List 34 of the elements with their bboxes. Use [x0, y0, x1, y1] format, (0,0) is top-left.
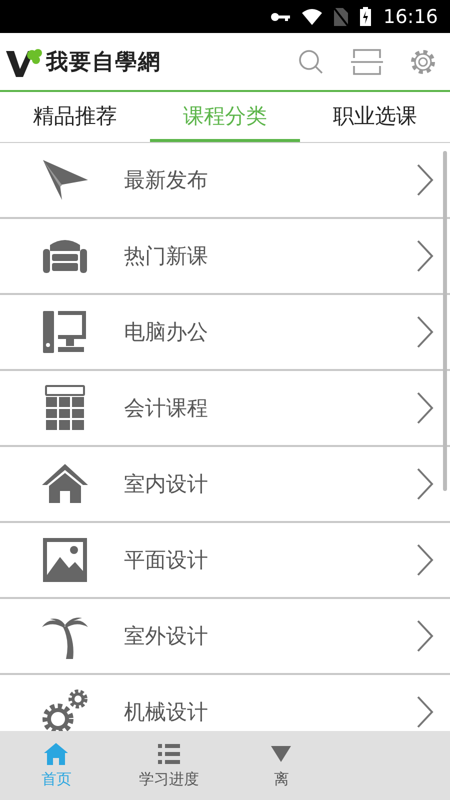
category-row[interactable]: 室外设计 — [0, 599, 450, 675]
chevron-right-icon — [416, 620, 434, 652]
battery-charging-icon — [360, 7, 372, 26]
chevron-right-icon — [416, 316, 434, 348]
logo-text: 我要自學網 — [46, 48, 161, 76]
gears-icon — [40, 687, 90, 731]
nav-tab[interactable]: 学习进度 — [112, 731, 225, 800]
chevron-right-icon — [416, 468, 434, 500]
category-label: 机械设计 — [124, 699, 209, 726]
home-icon — [43, 742, 70, 766]
nav-tab[interactable]: 离 — [225, 731, 338, 800]
category-label: 最新发布 — [124, 167, 209, 194]
chevron-right-icon — [416, 164, 434, 196]
category-label: 电脑办公 — [124, 319, 209, 346]
wifi-icon — [302, 8, 322, 24]
chevron-right-icon — [416, 544, 434, 576]
category-row[interactable]: 室内设计 — [0, 447, 450, 523]
category-label: 平面设计 — [124, 547, 209, 574]
category-label: 热门新课 — [124, 243, 209, 270]
no-sim-icon — [334, 8, 348, 26]
image-icon — [40, 535, 90, 585]
category-label: 室外设计 — [124, 623, 209, 650]
category-label: 室内设计 — [124, 471, 209, 498]
status-time: 16:16 — [383, 6, 438, 28]
list-icon — [156, 742, 182, 766]
category-row[interactable]: 平面设计 — [0, 523, 450, 599]
category-label: 会计课程 — [124, 395, 209, 422]
chevron-right-icon — [416, 240, 434, 272]
logo-icon — [6, 46, 44, 76]
chevron-right-icon — [416, 696, 434, 728]
chevron-right-icon — [416, 392, 434, 424]
tab[interactable]: 精品推荐 — [0, 92, 150, 142]
tab[interactable]: 职业选课 — [300, 92, 450, 142]
key-icon — [270, 12, 290, 22]
